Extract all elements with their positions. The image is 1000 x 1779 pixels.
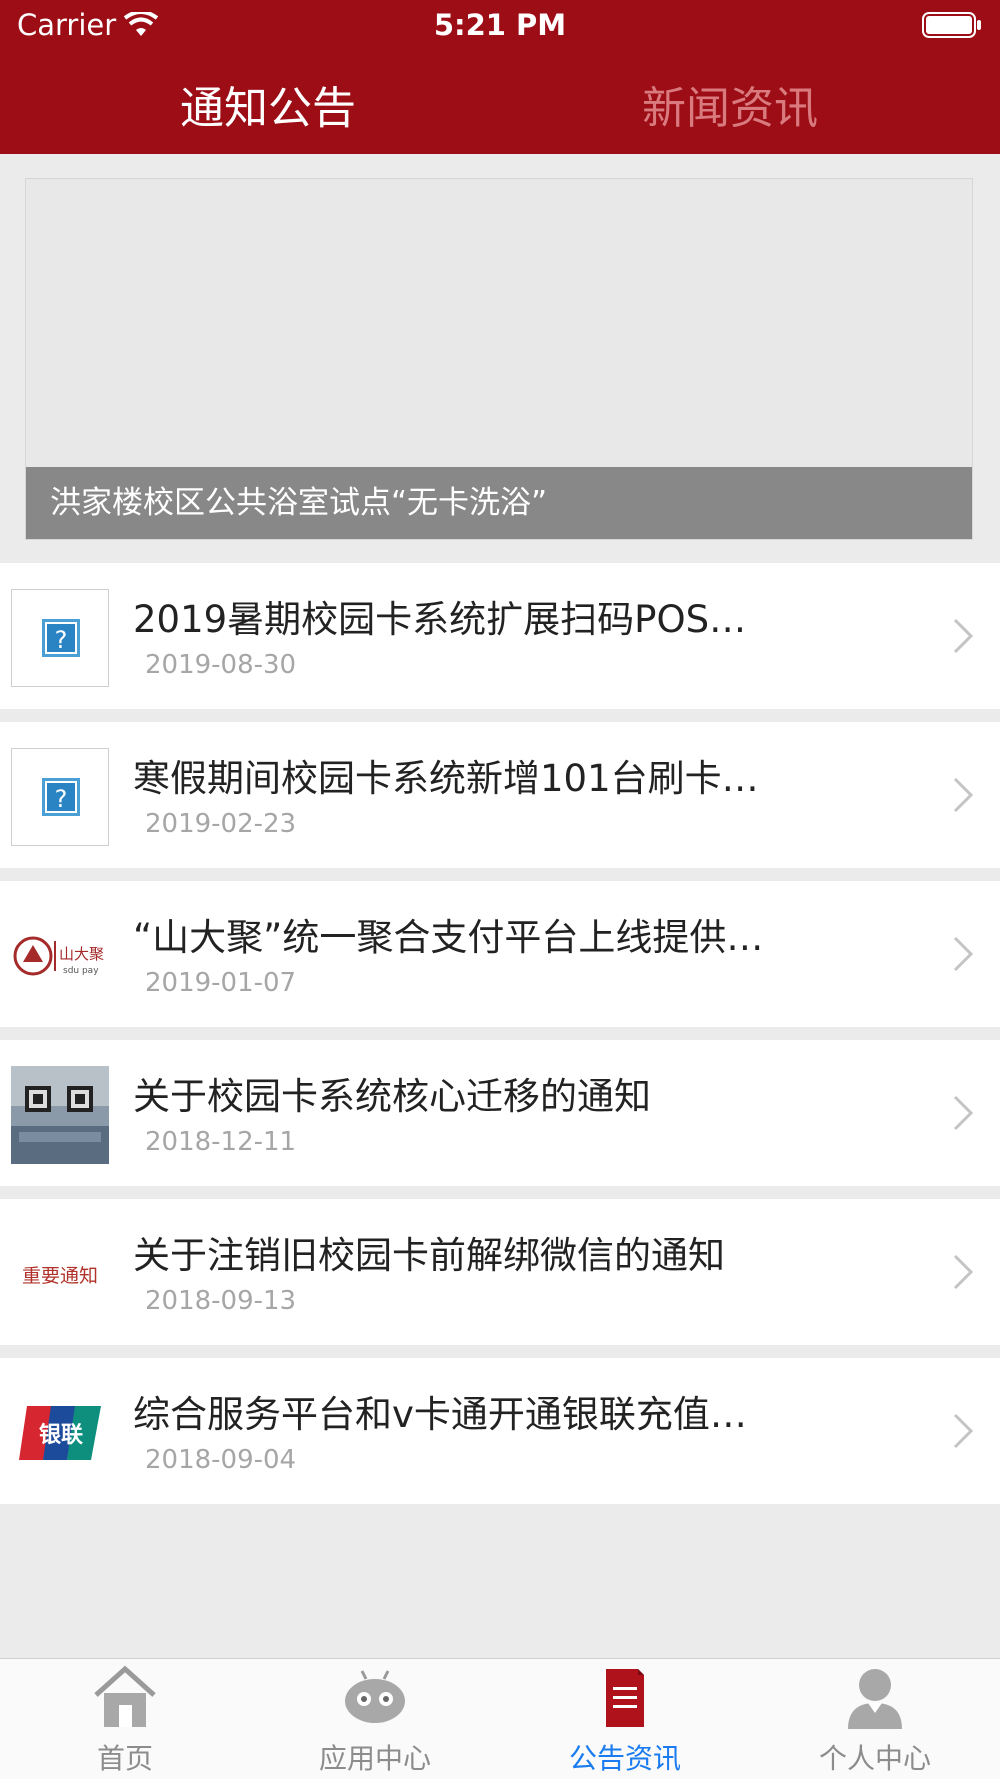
question-icon: ? <box>11 748 109 846</box>
item-title: 2019暑期校园卡系统扩展扫码POS… <box>133 598 747 641</box>
svg-text:sdu pay: sdu pay <box>63 966 99 976</box>
status-time: 5:21 PM <box>433 8 567 42</box>
tab-news[interactable]: 新闻资讯 <box>642 72 818 136</box>
question-icon: ? <box>11 589 109 687</box>
svg-text:?: ? <box>55 626 68 654</box>
item-title: 关于注销旧校园卡前解绑微信的通知 <box>133 1234 725 1277</box>
sdupay-logo: 山大聚 sdu pay <box>11 907 109 1005</box>
tab-notices[interactable]: 通知公告 <box>180 72 356 136</box>
bottom-tab-bar: 首页 应用中心 公告资讯 个人中心 <box>0 1658 1000 1779</box>
tabbar-item-profile[interactable]: 个人中心 <box>750 1659 1000 1779</box>
notice-stamp: 重要通知 <box>11 1225 109 1323</box>
notice-list: ? 2019暑期校园卡系统扩展扫码POS… 2019-08-30 ? 寒假期间校… <box>0 563 1000 1517</box>
item-title: 综合服务平台和v卡通开通银联充值… <box>133 1393 747 1436</box>
chevron-right-icon <box>952 935 974 977</box>
battery-icon <box>922 12 982 42</box>
svg-text:?: ? <box>55 785 68 813</box>
item-title: 寒假期间校园卡系统新增101台刷卡… <box>133 757 759 800</box>
svg-text:重要通知: 重要通知 <box>22 1265 98 1287</box>
status-bar: Carrier 5:21 PM <box>0 0 1000 50</box>
qr-photo <box>11 1066 109 1164</box>
list-item[interactable]: 重要通知 关于注销旧校园卡前解绑微信的通知 2018-09-13 <box>0 1199 1000 1345</box>
tabbar-item-home[interactable]: 首页 <box>0 1659 250 1779</box>
item-title: 关于校园卡系统核心迁移的通知 <box>133 1075 651 1118</box>
svg-text:山大聚: 山大聚 <box>59 945 104 963</box>
tabbar-item-apps[interactable]: 应用中心 <box>250 1659 500 1779</box>
list-item[interactable]: 山大聚 sdu pay “山大聚”统一聚合支付平台上线提供… 2019-01-07 <box>0 881 1000 1027</box>
home-icon <box>92 1665 158 1733</box>
banner-carousel[interactable]: 洪家楼校区公共浴室试点“无卡洗浴” <box>25 178 973 540</box>
chevron-right-icon <box>952 1253 974 1295</box>
item-date: 2019-01-07 <box>145 968 297 998</box>
top-bar: Carrier 5:21 PM 通知公告 新闻资讯 <box>0 0 1000 154</box>
item-title: “山大聚”统一聚合支付平台上线提供… <box>133 916 764 959</box>
list-item[interactable]: 银联 综合服务平台和v卡通开通银联充值… 2018-09-04 <box>0 1358 1000 1504</box>
list-item[interactable]: ? 2019暑期校园卡系统扩展扫码POS… 2019-08-30 <box>0 563 1000 709</box>
list-item[interactable]: 关于校园卡系统核心迁移的通知 2018-12-11 <box>0 1040 1000 1186</box>
unionpay-logo: 银联 <box>11 1384 109 1482</box>
svg-text:银联: 银联 <box>39 1423 83 1448</box>
tabbar-item-notices[interactable]: 公告资讯 <box>500 1659 750 1779</box>
item-date: 2018-12-11 <box>145 1127 297 1157</box>
banner-caption: 洪家楼校区公共浴室试点“无卡洗浴” <box>26 467 972 539</box>
item-date: 2018-09-13 <box>145 1286 297 1316</box>
segment-tabs: 通知公告 新闻资讯 <box>0 50 1000 154</box>
chevron-right-icon <box>952 1412 974 1454</box>
robot-icon <box>342 1665 408 1733</box>
document-icon <box>592 1665 658 1733</box>
chevron-right-icon <box>952 776 974 818</box>
tabbar-label: 个人中心 <box>818 1742 931 1775</box>
chevron-right-icon <box>952 1094 974 1136</box>
list-item[interactable]: ? 寒假期间校园卡系统新增101台刷卡… 2019-02-23 <box>0 722 1000 868</box>
item-date: 2018-09-04 <box>145 1445 297 1475</box>
chevron-right-icon <box>952 617 974 659</box>
tabbar-label: 公告资讯 <box>568 1742 681 1775</box>
tabbar-label: 首页 <box>96 1742 153 1775</box>
item-date: 2019-08-30 <box>145 650 297 680</box>
user-icon <box>842 1665 908 1733</box>
tabbar-label: 应用中心 <box>318 1742 431 1775</box>
item-date: 2019-02-23 <box>145 809 297 839</box>
